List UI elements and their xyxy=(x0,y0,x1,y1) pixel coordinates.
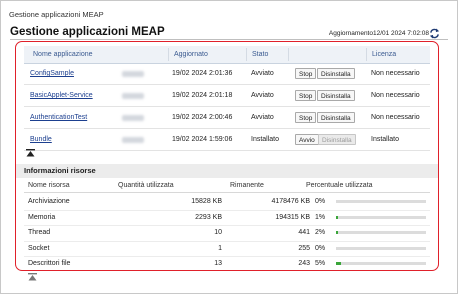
resource-remaining: 194315 KB xyxy=(275,213,310,221)
usage-bar-fill xyxy=(336,215,338,219)
stop-button[interactable]: Stop xyxy=(295,68,317,79)
resource-name: Archiviazione xyxy=(28,198,70,205)
app-name-link[interactable]: BasicApplet-Service xyxy=(30,92,93,99)
resource-row: Archiviazione 15828 KB 4178476 KB 0% xyxy=(24,194,430,211)
uninstall-button[interactable]: Disinstalla xyxy=(317,68,355,79)
refresh-icon[interactable] xyxy=(429,28,440,39)
column-divider xyxy=(246,48,247,61)
app-license: Non necessario xyxy=(371,114,420,121)
usage-bar xyxy=(336,200,426,203)
uninstall-button[interactable]: Disinstalla xyxy=(317,90,355,101)
version-redacted xyxy=(122,137,144,143)
app-status: Avviato xyxy=(251,114,274,121)
resource-name: Socket xyxy=(28,244,50,252)
column-divider xyxy=(288,48,289,61)
app-status: Installato xyxy=(251,136,280,143)
uninstall-button[interactable]: Disinstalla xyxy=(317,112,355,123)
app-license: Non necessario xyxy=(371,70,420,77)
col-header-percent: Percentuale utilizzata xyxy=(306,182,373,189)
usage-bar xyxy=(336,246,426,250)
resource-percent: 1% xyxy=(315,213,326,221)
usage-bar xyxy=(336,262,426,265)
col-header-name[interactable]: Nome applicazione xyxy=(33,51,93,58)
window: Gestione applicazioni MEAP Gestione appl… xyxy=(0,0,458,294)
app-name-link[interactable]: AuthenticationTest xyxy=(30,114,87,121)
resource-percent: 0% xyxy=(315,198,326,205)
page-title: Gestione applicazioni MEAP xyxy=(10,26,165,38)
breadcrumb: Gestione applicazioni MEAP xyxy=(9,10,104,19)
resources-section-title: Informazioni risorse xyxy=(16,164,438,178)
usage-bar xyxy=(336,231,426,234)
app-updated-date: 19/02 2024 1:59:06 xyxy=(172,136,233,143)
version-redacted xyxy=(122,71,144,77)
app-row: AuthenticationTest 19/02 2024 2:00:46 Av… xyxy=(24,107,430,129)
collapse-icon[interactable] xyxy=(28,273,37,281)
resource-row: Memoria 2293 KB 194315 KB 1% xyxy=(24,210,430,226)
resource-percent: 2% xyxy=(315,229,326,236)
app-row: Bundle 19/02 2024 1:59:06 Installato Avv… xyxy=(24,129,430,151)
version-redacted xyxy=(122,93,144,99)
resource-used: 10 xyxy=(214,229,222,236)
resource-used: 13 xyxy=(214,260,222,267)
app-status: Avviato xyxy=(251,92,274,99)
app-row: ConfigSample 19/02 2024 2:01:36 Avviato … xyxy=(24,63,430,85)
app-name-link[interactable]: Bundle xyxy=(30,136,52,143)
uninstall-button-disabled: Disinstalla xyxy=(318,134,356,145)
resource-remaining: 441 xyxy=(298,229,310,236)
column-divider xyxy=(366,48,367,61)
resource-remaining: 4178476 KB xyxy=(271,198,310,205)
resource-remaining: 243 xyxy=(298,260,310,267)
start-button[interactable]: Avvio xyxy=(295,134,319,145)
app-updated-date: 19/02 2024 2:01:18 xyxy=(172,92,233,99)
title-divider xyxy=(10,39,448,40)
resource-row: Socket 1 255 0% xyxy=(24,241,430,257)
collapse-icon[interactable] xyxy=(26,149,35,157)
resource-row: Thread 10 441 2% xyxy=(24,225,430,242)
column-divider xyxy=(168,48,169,61)
resource-remaining: 255 xyxy=(298,244,310,252)
app-updated-date: 19/02 2024 2:01:36 xyxy=(172,70,233,77)
resource-used: 1 xyxy=(218,244,222,252)
stop-button[interactable]: Stop xyxy=(295,112,317,123)
resource-percent: 0% xyxy=(315,244,326,252)
col-header-updated[interactable]: Aggiornato xyxy=(174,51,208,58)
resource-name: Descrittori file xyxy=(28,260,71,267)
app-updated-date: 19/02 2024 2:00:46 xyxy=(172,114,233,121)
resource-used: 15828 KB xyxy=(191,198,222,205)
resource-percent: 5% xyxy=(315,260,326,267)
resource-name: Memoria xyxy=(28,213,56,221)
app-status: Avviato xyxy=(251,70,274,77)
col-header-license[interactable]: Licenza xyxy=(372,51,396,58)
col-header-resource: Nome risorsa xyxy=(28,182,70,189)
version-redacted xyxy=(122,115,144,121)
last-updated-text: Aggiornamento12/01 2024 7:02:08 xyxy=(328,30,429,37)
highlight-frame: Nome applicazione Aggiornato Stato Licen… xyxy=(15,41,439,271)
resource-used: 2293 KB xyxy=(195,213,222,221)
apps-table-header: Nome applicazione Aggiornato Stato Licen… xyxy=(24,46,430,64)
usage-bar-fill xyxy=(336,231,338,234)
usage-bar-fill xyxy=(336,262,341,265)
resources-table-header: Nome risorsa Quantità utilizzata Rimanen… xyxy=(24,181,430,193)
app-license: Non necessario xyxy=(371,92,420,99)
resource-row: Descrittori file 13 243 5% xyxy=(24,256,430,270)
app-row: BasicApplet-Service 19/02 2024 2:01:18 A… xyxy=(24,85,430,107)
col-header-status[interactable]: Stato xyxy=(252,51,268,58)
stop-button[interactable]: Stop xyxy=(295,90,317,101)
col-header-remaining: Rimanente xyxy=(230,182,264,189)
resource-name: Thread xyxy=(28,229,51,236)
app-name-link[interactable]: ConfigSample xyxy=(30,70,74,77)
col-header-used: Quantità utilizzata xyxy=(118,182,174,189)
usage-bar xyxy=(336,215,426,219)
app-license: Installato xyxy=(371,136,400,143)
